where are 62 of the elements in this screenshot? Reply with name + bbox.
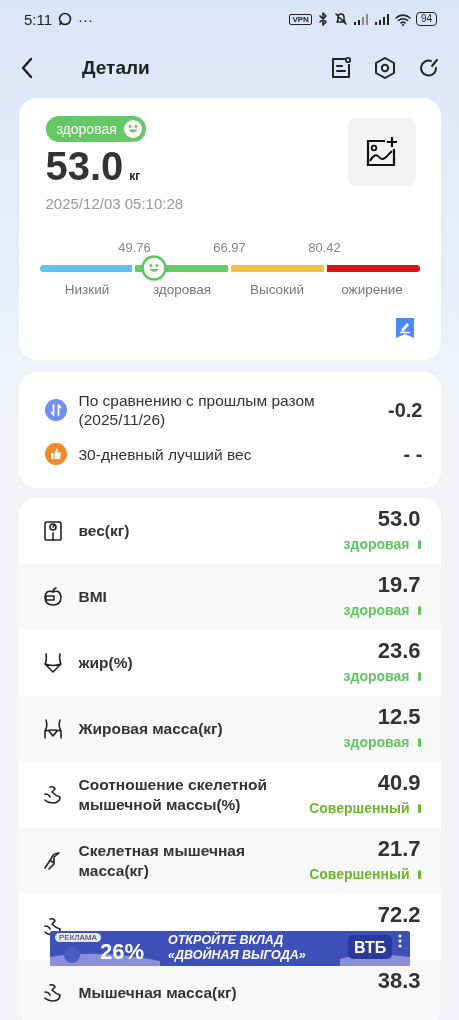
page-title: Детали: [82, 57, 151, 79]
metric-status: здоровая: [343, 602, 410, 618]
scale-label: Низкий: [63, 282, 111, 297]
metric-label: Мышечная масса(кг): [78, 983, 238, 1003]
image-add-icon: [364, 135, 399, 169]
metric-value: 53.0: [377, 506, 421, 532]
bell-muted-icon: [333, 12, 348, 26]
metric-value: 23.6: [377, 638, 421, 664]
measurement-date: 2025/12/03 05:10:28: [45, 195, 184, 212]
metric-label: BMI: [78, 587, 108, 607]
metric-label: Скелетная мышечная масса(кг): [78, 841, 246, 881]
vpn-badge: VPN: [289, 13, 312, 25]
metric-label: Жировая масса(кг): [78, 719, 224, 739]
metric-status: здоровая: [343, 734, 410, 750]
ad-brand: ВТБ: [354, 939, 387, 957]
thumbs-up-icon: [44, 443, 67, 465]
comparison-value: - -: [403, 442, 423, 466]
scale-label: здоровая: [151, 282, 213, 297]
comparison-label: 30-дневный лучший вес: [78, 444, 253, 464]
back-icon[interactable]: [20, 57, 34, 79]
threshold-value: 66.97: [213, 240, 246, 257]
note-icon[interactable]: [329, 56, 353, 80]
metric-value: 21.7: [377, 836, 421, 862]
battery-level: 94: [415, 12, 437, 26]
weight-unit: кг: [129, 169, 141, 183]
metric-value: 40.9: [377, 770, 421, 796]
metric-value: 19.7: [377, 572, 421, 598]
metric-status: здоровая: [343, 668, 410, 684]
signal-icon: [373, 13, 390, 25]
wifi-icon: [394, 12, 411, 26]
more-indicator: ···: [78, 10, 94, 28]
threshold-value: 80.42: [308, 240, 341, 257]
arrows-icon: [44, 399, 67, 421]
smiley-icon: [122, 119, 143, 139]
add-image-button[interactable]: [347, 118, 416, 186]
metric-status: Совершенный: [309, 866, 410, 882]
scale-label: ожирение: [340, 282, 404, 297]
status-badge: здоровая: [45, 116, 146, 142]
metric-label: вес(кг): [78, 521, 131, 541]
edit-icon[interactable]: [394, 317, 415, 339]
metric-value: 12.5: [377, 704, 421, 730]
scale-label: Высокий: [248, 282, 306, 297]
bluetooth-icon: [316, 12, 329, 26]
comparison-value: -0.2: [388, 398, 423, 422]
ad-headline: ОТКРОЙТЕ ВКЛАД «ДВОЙНАЯ ВЫГОДА»: [168, 933, 307, 963]
metric-value: 72.2: [377, 902, 421, 928]
weight-value: 53.0: [45, 144, 124, 189]
signal-icon: [352, 13, 369, 25]
refresh-icon[interactable]: [417, 56, 441, 80]
metric-label: Соотношение скелетной мышечной массы(%): [78, 775, 269, 815]
metric-status: Совершенный: [309, 800, 410, 816]
chat-icon: [58, 12, 73, 26]
metric-status: здоровая: [343, 536, 410, 552]
more-icon[interactable]: [398, 934, 402, 948]
threshold-value: 49.76: [118, 240, 151, 257]
metric-value: 38.3: [377, 968, 421, 994]
metric-label: жир(%): [78, 653, 134, 673]
comparison-label: По сравнению с прошлым разом (2025/11/26): [78, 391, 316, 429]
settings-icon[interactable]: [373, 56, 397, 80]
ad-percent: 26%: [100, 939, 145, 965]
ad-label: РЕКЛАМА: [55, 933, 101, 942]
clock-time: 5:11: [24, 10, 53, 28]
